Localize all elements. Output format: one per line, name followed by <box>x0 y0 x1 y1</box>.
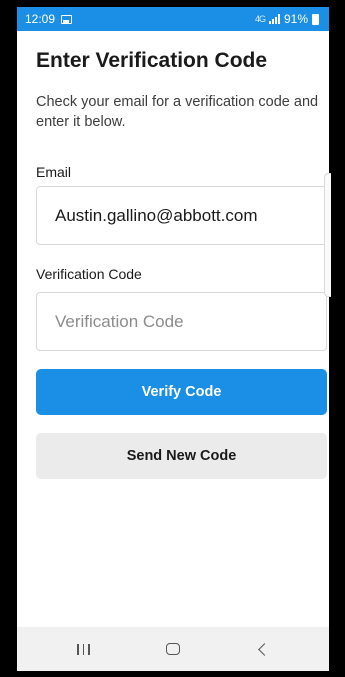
app-screen: 12:09 4G 91% Enter Verification Code Che… <box>17 7 331 671</box>
verify-code-button[interactable]: Verify Code <box>36 369 327 415</box>
gallery-notification-icon <box>61 14 73 24</box>
status-time: 12:09 <box>25 12 56 26</box>
status-bar: 12:09 4G 91% <box>17 7 329 31</box>
send-new-code-button[interactable]: Send New Code <box>36 433 327 479</box>
email-field[interactable] <box>36 186 327 245</box>
instructions-text: Check your email for a verification code… <box>36 94 319 130</box>
back-button[interactable] <box>242 634 282 664</box>
recents-icon <box>77 643 90 655</box>
verification-code-label: Verification Code <box>36 266 142 282</box>
battery-percent: 91% <box>283 12 308 26</box>
home-icon <box>165 643 180 655</box>
status-left: 12:09 <box>25 12 73 26</box>
email-label: Email <box>36 164 72 180</box>
phone-frame: 12:09 4G 91% Enter Verification Code Che… <box>0 0 345 677</box>
status-right: 4G 91% <box>255 12 319 26</box>
page-title: Enter Verification Code <box>36 49 268 72</box>
network-type-icon: 4G <box>254 14 266 24</box>
back-icon <box>257 642 271 656</box>
system-nav-bar <box>17 627 329 671</box>
verification-code-input[interactable] <box>36 292 327 351</box>
home-button[interactable] <box>153 634 193 664</box>
recents-button[interactable] <box>64 634 104 664</box>
battery-icon <box>312 13 319 25</box>
edge-panel-handle[interactable] <box>324 173 331 297</box>
signal-strength-icon <box>268 14 280 24</box>
